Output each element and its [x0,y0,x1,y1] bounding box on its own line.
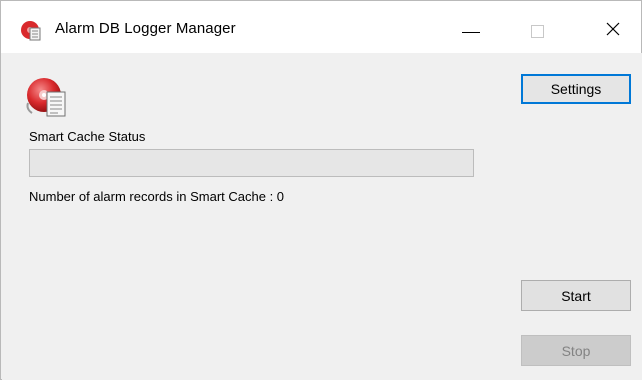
alarm-record-count-label: Number of alarm records in Smart Cache :… [29,189,285,204]
maximize-button [514,1,560,53]
app-window: Alarm DB Logger Manager Smart Cache Stat… [0,0,642,380]
close-button[interactable] [590,1,636,53]
start-button[interactable]: Start [521,280,631,311]
window-title: Alarm DB Logger Manager [55,20,236,37]
smart-cache-status-label: Smart Cache Status [29,129,146,144]
disk-document-icon [22,73,80,123]
smart-cache-progress-bar [29,149,474,177]
settings-button[interactable]: Settings [521,74,631,104]
close-icon [606,22,620,36]
minimize-button[interactable] [448,1,494,53]
stop-button: Stop [521,335,631,366]
title-bar[interactable]: Alarm DB Logger Manager [1,1,641,53]
main-panel: Smart Cache Status Number of alarm recor… [2,53,642,380]
alarm-db-icon [19,18,43,42]
